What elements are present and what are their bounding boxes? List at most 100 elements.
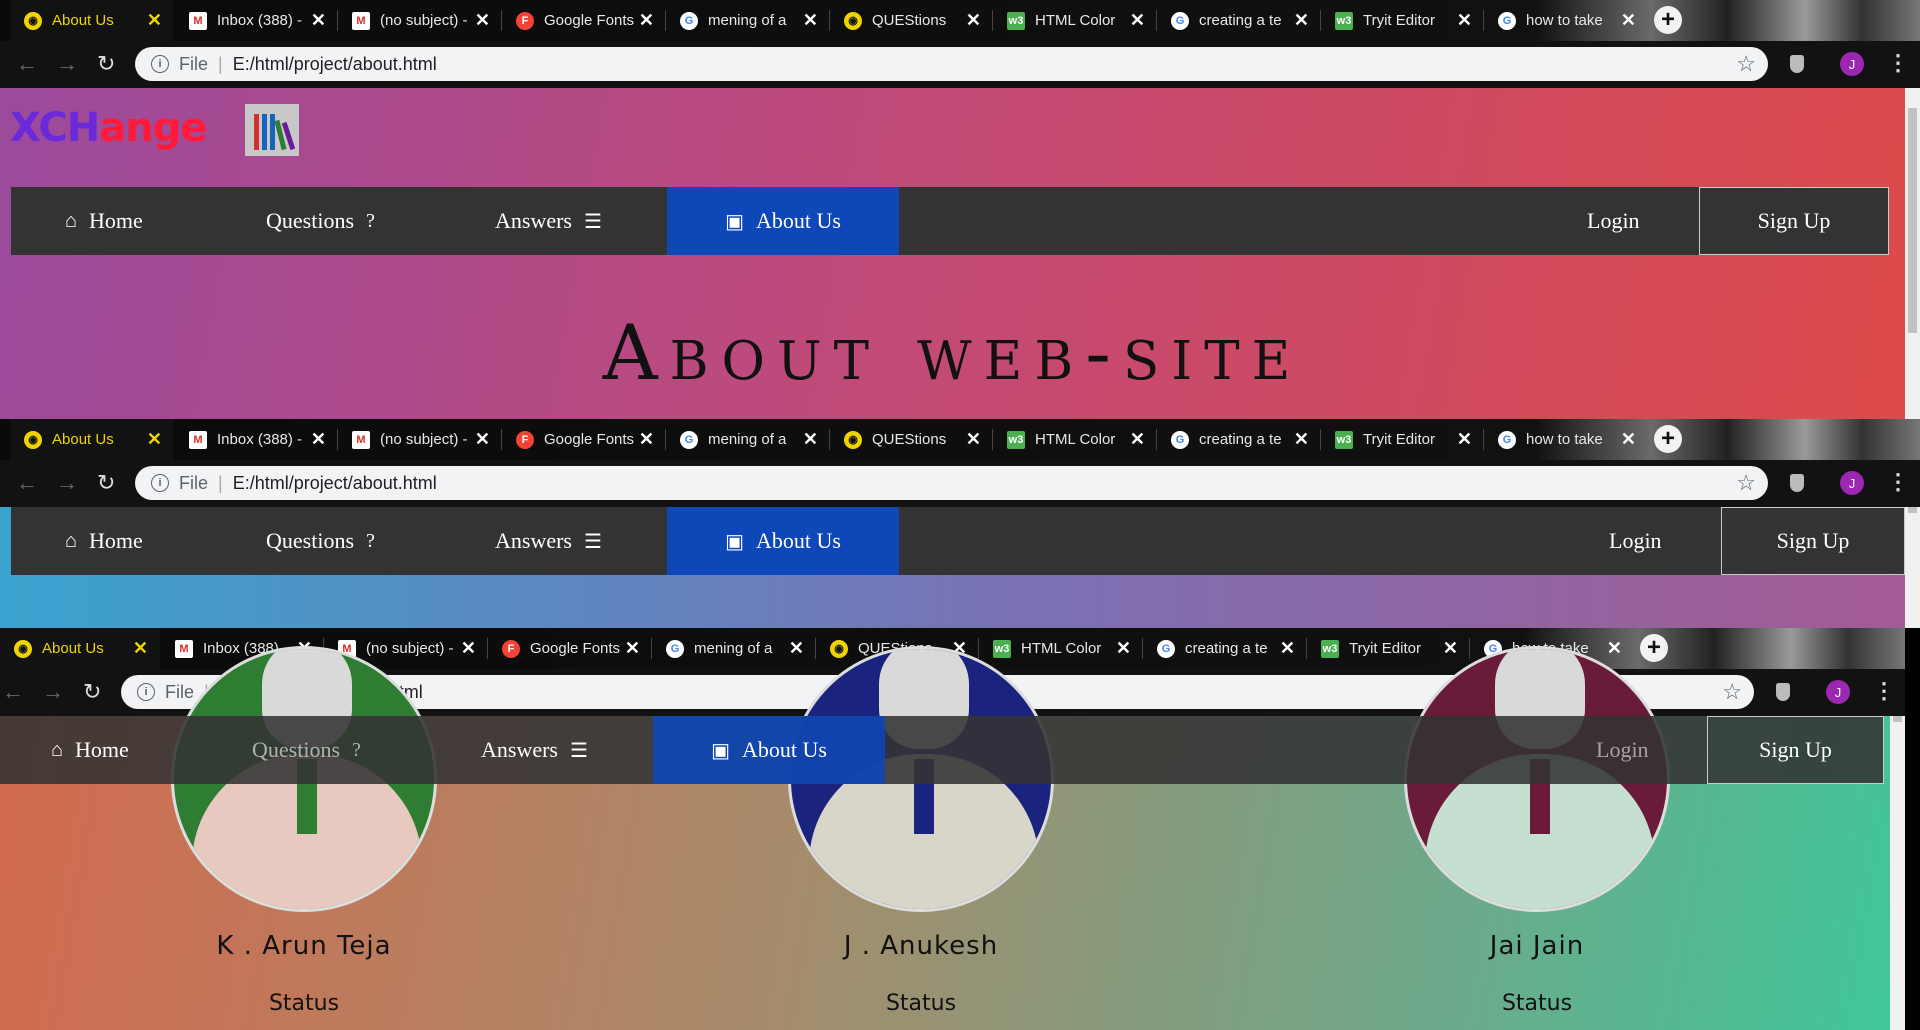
close-icon[interactable]: ✕ [966, 429, 981, 450]
scrollbar-thumb[interactable] [1908, 108, 1917, 333]
nav-about-us[interactable]: ▣ About Us [667, 187, 899, 255]
tab-inbox[interactable]: MInbox (388) -✕ [175, 419, 338, 460]
nav-home[interactable]: ⌂ Home [51, 716, 129, 784]
tab-creating[interactable]: Gcreating a te ✕ [1157, 0, 1321, 41]
info-icon[interactable]: i [151, 55, 169, 73]
nav-about-us[interactable]: ▣ About Us [667, 507, 899, 575]
tab-inbox[interactable]: MInbox (388) -✕ [175, 0, 338, 41]
extension-shield-icon[interactable] [1790, 55, 1804, 73]
new-tab-button[interactable]: + [1654, 6, 1682, 34]
tab-creating[interactable]: Gcreating a te ✕ [1157, 419, 1321, 460]
back-icon[interactable]: ← [2, 679, 24, 705]
tab-tryit[interactable]: w3 Tryit Editor ✕ [1321, 0, 1484, 41]
nav-questions[interactable]: Questions? [252, 716, 361, 784]
nav-questions[interactable]: Questions? [266, 187, 375, 255]
tab-about-us[interactable]: ◉ About Us ✕ [10, 0, 174, 41]
tab-about-us[interactable]: ◉ About Us ✕ [10, 419, 174, 460]
nav-answers[interactable]: Answers ☰ [495, 507, 602, 575]
tab-creating[interactable]: Gcreating a te ✕ [1143, 628, 1307, 669]
close-icon[interactable]: ✕ [461, 638, 476, 659]
close-icon[interactable]: ✕ [147, 10, 162, 31]
menu-kebab-icon[interactable]: ⋮ [1887, 50, 1909, 76]
tab-no-subject[interactable]: M (no subject) - ✕ [338, 419, 502, 460]
close-icon[interactable]: ✕ [475, 10, 490, 31]
tab-google-fonts[interactable]: F Google Fonts ✕ [502, 0, 666, 41]
close-icon[interactable]: ✕ [1457, 429, 1472, 450]
menu-kebab-icon[interactable]: ⋮ [1887, 469, 1909, 495]
close-icon[interactable]: ✕ [1621, 429, 1636, 450]
signup-button[interactable]: Sign Up [1707, 716, 1884, 784]
nav-login[interactable]: Login [1596, 716, 1649, 784]
close-icon[interactable]: ✕ [1116, 638, 1131, 659]
forward-icon[interactable]: → [42, 679, 64, 705]
forward-icon[interactable]: → [56, 470, 78, 496]
nav-answers[interactable]: Answers ☰ [481, 716, 588, 784]
tab-how-to[interactable]: Ghow to take✕ [1484, 419, 1648, 460]
bookmark-star-icon[interactable]: ☆ [1736, 470, 1756, 496]
nav-home[interactable]: ⌂ Home [65, 507, 143, 575]
close-icon[interactable]: ✕ [133, 638, 148, 659]
close-icon[interactable]: ✕ [966, 10, 981, 31]
tab-meaning[interactable]: Gmening of a ✕ [666, 419, 830, 460]
profile-avatar[interactable]: J [1840, 52, 1864, 76]
close-icon[interactable]: ✕ [1280, 638, 1295, 659]
close-icon[interactable]: ✕ [475, 429, 490, 450]
bookmark-star-icon[interactable]: ☆ [1736, 51, 1756, 77]
site-logo[interactable]: XCHange [10, 105, 207, 151]
scrollbar[interactable] [1905, 507, 1920, 628]
signup-button[interactable]: Sign Up [1721, 507, 1905, 575]
signup-button[interactable]: Sign Up [1699, 187, 1889, 255]
nav-questions[interactable]: Questions? [266, 507, 375, 575]
menu-kebab-icon[interactable]: ⋮ [1873, 678, 1895, 704]
bookmark-star-icon[interactable]: ☆ [1722, 679, 1742, 705]
scrollbar[interactable] [1890, 716, 1905, 1030]
tab-tryit[interactable]: w3 Tryit Editor ✕ [1321, 419, 1484, 460]
back-icon[interactable]: ← [16, 51, 38, 77]
forward-icon[interactable]: → [56, 51, 78, 77]
address-bar[interactable]: i File | E:/html/project/about.html ☆ [135, 47, 1768, 81]
info-icon[interactable]: i [151, 474, 169, 492]
close-icon[interactable]: ✕ [1294, 429, 1309, 450]
nav-answers[interactable]: Answers ☰ [495, 187, 602, 255]
tab-how-to[interactable]: Ghow to take✕ [1484, 0, 1648, 41]
tab-html-color[interactable]: w3 HTML Color ✕ [993, 419, 1157, 460]
reload-icon[interactable]: ↻ [97, 470, 115, 496]
tab-google-fonts[interactable]: F Google Fonts ✕ [502, 419, 666, 460]
back-icon[interactable]: ← [16, 470, 38, 496]
close-icon[interactable]: ✕ [639, 10, 654, 31]
tab-questions[interactable]: ◉QUEStions✕ [830, 0, 993, 41]
address-bar[interactable]: i File | E:/html/project/about.html ☆ [135, 466, 1768, 500]
close-icon[interactable]: ✕ [625, 638, 640, 659]
nav-about-us[interactable]: ▣ About Us [653, 716, 885, 784]
tab-meaning[interactable]: Gmening of a ✕ [666, 0, 830, 41]
info-icon[interactable]: i [137, 683, 155, 701]
nav-home[interactable]: ⌂ Home [65, 187, 143, 255]
close-icon[interactable]: ✕ [803, 10, 818, 31]
close-icon[interactable]: ✕ [1130, 429, 1145, 450]
scroll-up-icon[interactable] [1893, 716, 1902, 722]
close-icon[interactable]: ✕ [639, 429, 654, 450]
close-icon[interactable]: ✕ [147, 429, 162, 450]
close-icon[interactable]: ✕ [311, 429, 326, 450]
close-icon[interactable]: ✕ [311, 10, 326, 31]
tab-questions[interactable]: ◉QUEStions✕ [830, 419, 993, 460]
reload-icon[interactable]: ↻ [83, 679, 101, 705]
extension-shield-icon[interactable] [1776, 683, 1790, 701]
close-icon[interactable]: ✕ [1457, 10, 1472, 31]
scroll-up-icon[interactable] [1908, 507, 1917, 513]
tab-about-us[interactable]: ◉ About Us ✕ [0, 628, 160, 669]
profile-avatar[interactable]: J [1826, 680, 1850, 704]
tab-html-color[interactable]: w3 HTML Color ✕ [993, 0, 1157, 41]
close-icon[interactable]: ✕ [803, 429, 818, 450]
close-icon[interactable]: ✕ [1130, 10, 1145, 31]
new-tab-button[interactable]: + [1654, 425, 1682, 453]
extension-shield-icon[interactable] [1790, 474, 1804, 492]
close-icon[interactable]: ✕ [1621, 10, 1636, 31]
nav-login[interactable]: Login [1587, 187, 1640, 255]
close-icon[interactable]: ✕ [1294, 10, 1309, 31]
scrollbar[interactable] [1905, 88, 1920, 419]
reload-icon[interactable]: ↻ [97, 51, 115, 77]
tab-google-fonts[interactable]: F Google Fonts ✕ [488, 628, 652, 669]
tab-no-subject[interactable]: M (no subject) - ✕ [338, 0, 502, 41]
profile-avatar[interactable]: J [1840, 471, 1864, 495]
